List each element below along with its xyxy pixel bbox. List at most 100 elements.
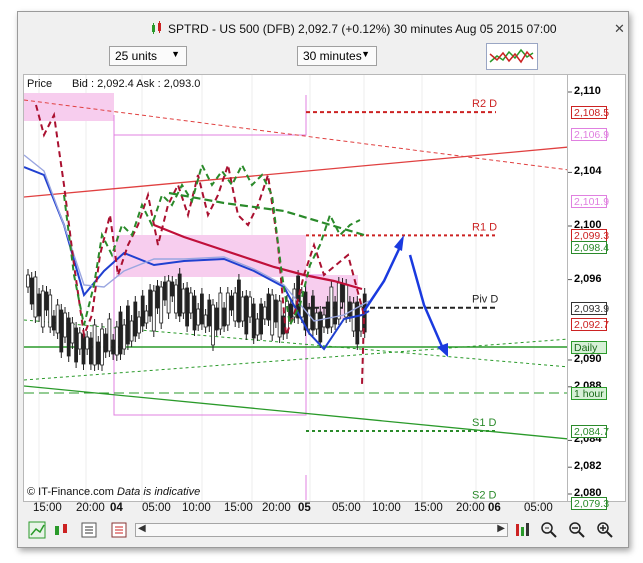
candlestick [266,293,271,321]
candlestick [77,332,82,350]
candlestick [233,292,238,322]
time-axis: 15:00 20:00 04 05:00 10:00 15:00 20:00 05 05:00 1… [18,502,628,516]
candlestick [26,274,30,288]
zoom-fit-icon[interactable] [540,521,558,539]
candlestick [118,311,123,355]
bottom-toolbar: ◀ ▶ [18,517,628,545]
candlestick [240,296,245,322]
candlestick [177,273,182,317]
candlestick [155,285,160,309]
bid-ask-info: Bid : 2,092.4 Ask : 2,093.0 [72,78,201,90]
candlestick [70,322,75,344]
candlestick [310,295,315,331]
candlestick [244,295,249,335]
indicator-icon[interactable] [80,521,98,539]
candlestick [151,290,156,332]
time-scrollbar[interactable]: ◀ ▶ [135,523,508,537]
units-value: 25 units [115,49,158,63]
price-level-box: 2,092.7 [571,317,609,331]
x-tick-label: 05:00 [524,502,553,514]
candlestick-icon[interactable] [52,521,70,539]
x-tick-label: 20:00 [76,502,105,514]
x-tick-label: 20:00 [456,502,485,514]
candlestick [340,283,345,303]
candlestick [218,292,223,330]
units-select[interactable]: 25 units ▼ [109,46,187,66]
candlestick [222,307,227,327]
zoom-out-icon[interactable] [568,521,586,539]
projection-arrow-up [362,246,402,312]
candlestick [196,308,201,326]
data-credit: © IT-Finance.com Data is indicative [27,486,200,498]
pivot-level-label: R2 D [472,98,497,110]
y-tick-label: 2,082 [574,460,602,473]
candlestick [322,314,326,328]
y-tick-label: 2,110 [574,85,601,97]
price-chart[interactable]: R2 D R1 D Piv D S1 D S2 D Price Bid : 2,092.… [23,74,568,502]
candlestick [44,291,49,311]
candlestick [129,320,134,342]
x-tick-label: 06 [488,502,501,514]
zoom-in-icon[interactable] [596,521,614,539]
candlestick [270,294,275,336]
candlestick [347,301,352,317]
price-level-box: 2,093.9 [571,301,609,315]
candlestick [107,318,112,352]
chart-style-button[interactable] [486,43,538,70]
chart-style-icon [489,48,534,64]
x-tick-label: 05:00 [142,502,171,514]
x-tick-label: 15:00 [33,502,62,514]
candlestick [329,286,334,328]
candlestick [103,333,108,353]
candlestick [74,327,78,363]
trend-line [24,385,567,440]
candlestick [225,292,230,326]
candlestick [199,293,204,325]
y-tick-label: 2,104 [574,165,602,178]
chart-window: SPTRD - US 500 (DFB) 2,092.7 (+0.12%) 30… [17,11,629,548]
timeframe-select[interactable]: 30 minutes ▼ [297,46,377,66]
projection-arrow-down [408,254,446,352]
candlestick [92,324,97,366]
candlestick [174,284,178,314]
close-icon[interactable]: ✕ [614,21,625,37]
price-level-box: 2,106.9 [571,127,609,141]
drawing-tools-icon[interactable] [28,521,46,539]
candlestick [255,318,260,336]
candlestick [55,304,60,334]
pivot-level-label: R1 D [472,221,497,233]
oscillator-line [168,191,365,237]
candlestick [259,303,264,335]
scroll-left-icon[interactable]: ◀ [138,523,146,534]
candlestick [214,307,219,331]
candlestick [344,284,349,318]
candlestick [96,341,101,365]
candlestick [137,316,141,334]
candlestick [251,303,256,339]
arrowhead-icon [394,235,404,251]
candlestick [229,295,234,311]
scroll-right-icon[interactable]: ▶ [497,523,505,534]
candlestick [111,339,115,355]
candlestick [114,326,119,356]
timeframe-value: 30 minutes [303,49,362,63]
candlestick [48,294,53,328]
candlestick [166,280,171,314]
candlestick-icon [152,21,161,34]
chevron-down-icon: ▼ [171,49,180,59]
candlestick [144,310,149,324]
studies-icon[interactable] [110,521,128,539]
candlestick [63,312,67,338]
candlestick [288,303,293,319]
candlestick [325,301,330,329]
arrowhead-icon [437,343,448,357]
chevron-down-icon: ▼ [361,49,370,59]
chart-settings-icon[interactable] [514,521,532,539]
candlestick [236,279,241,323]
timeframe-level-box: Daily [571,341,607,354]
x-tick-label: 20:00 [262,502,291,514]
candlestick [162,281,167,301]
candlestick [126,305,130,345]
candlestick [29,277,34,305]
x-tick-label: 10:00 [182,502,211,514]
